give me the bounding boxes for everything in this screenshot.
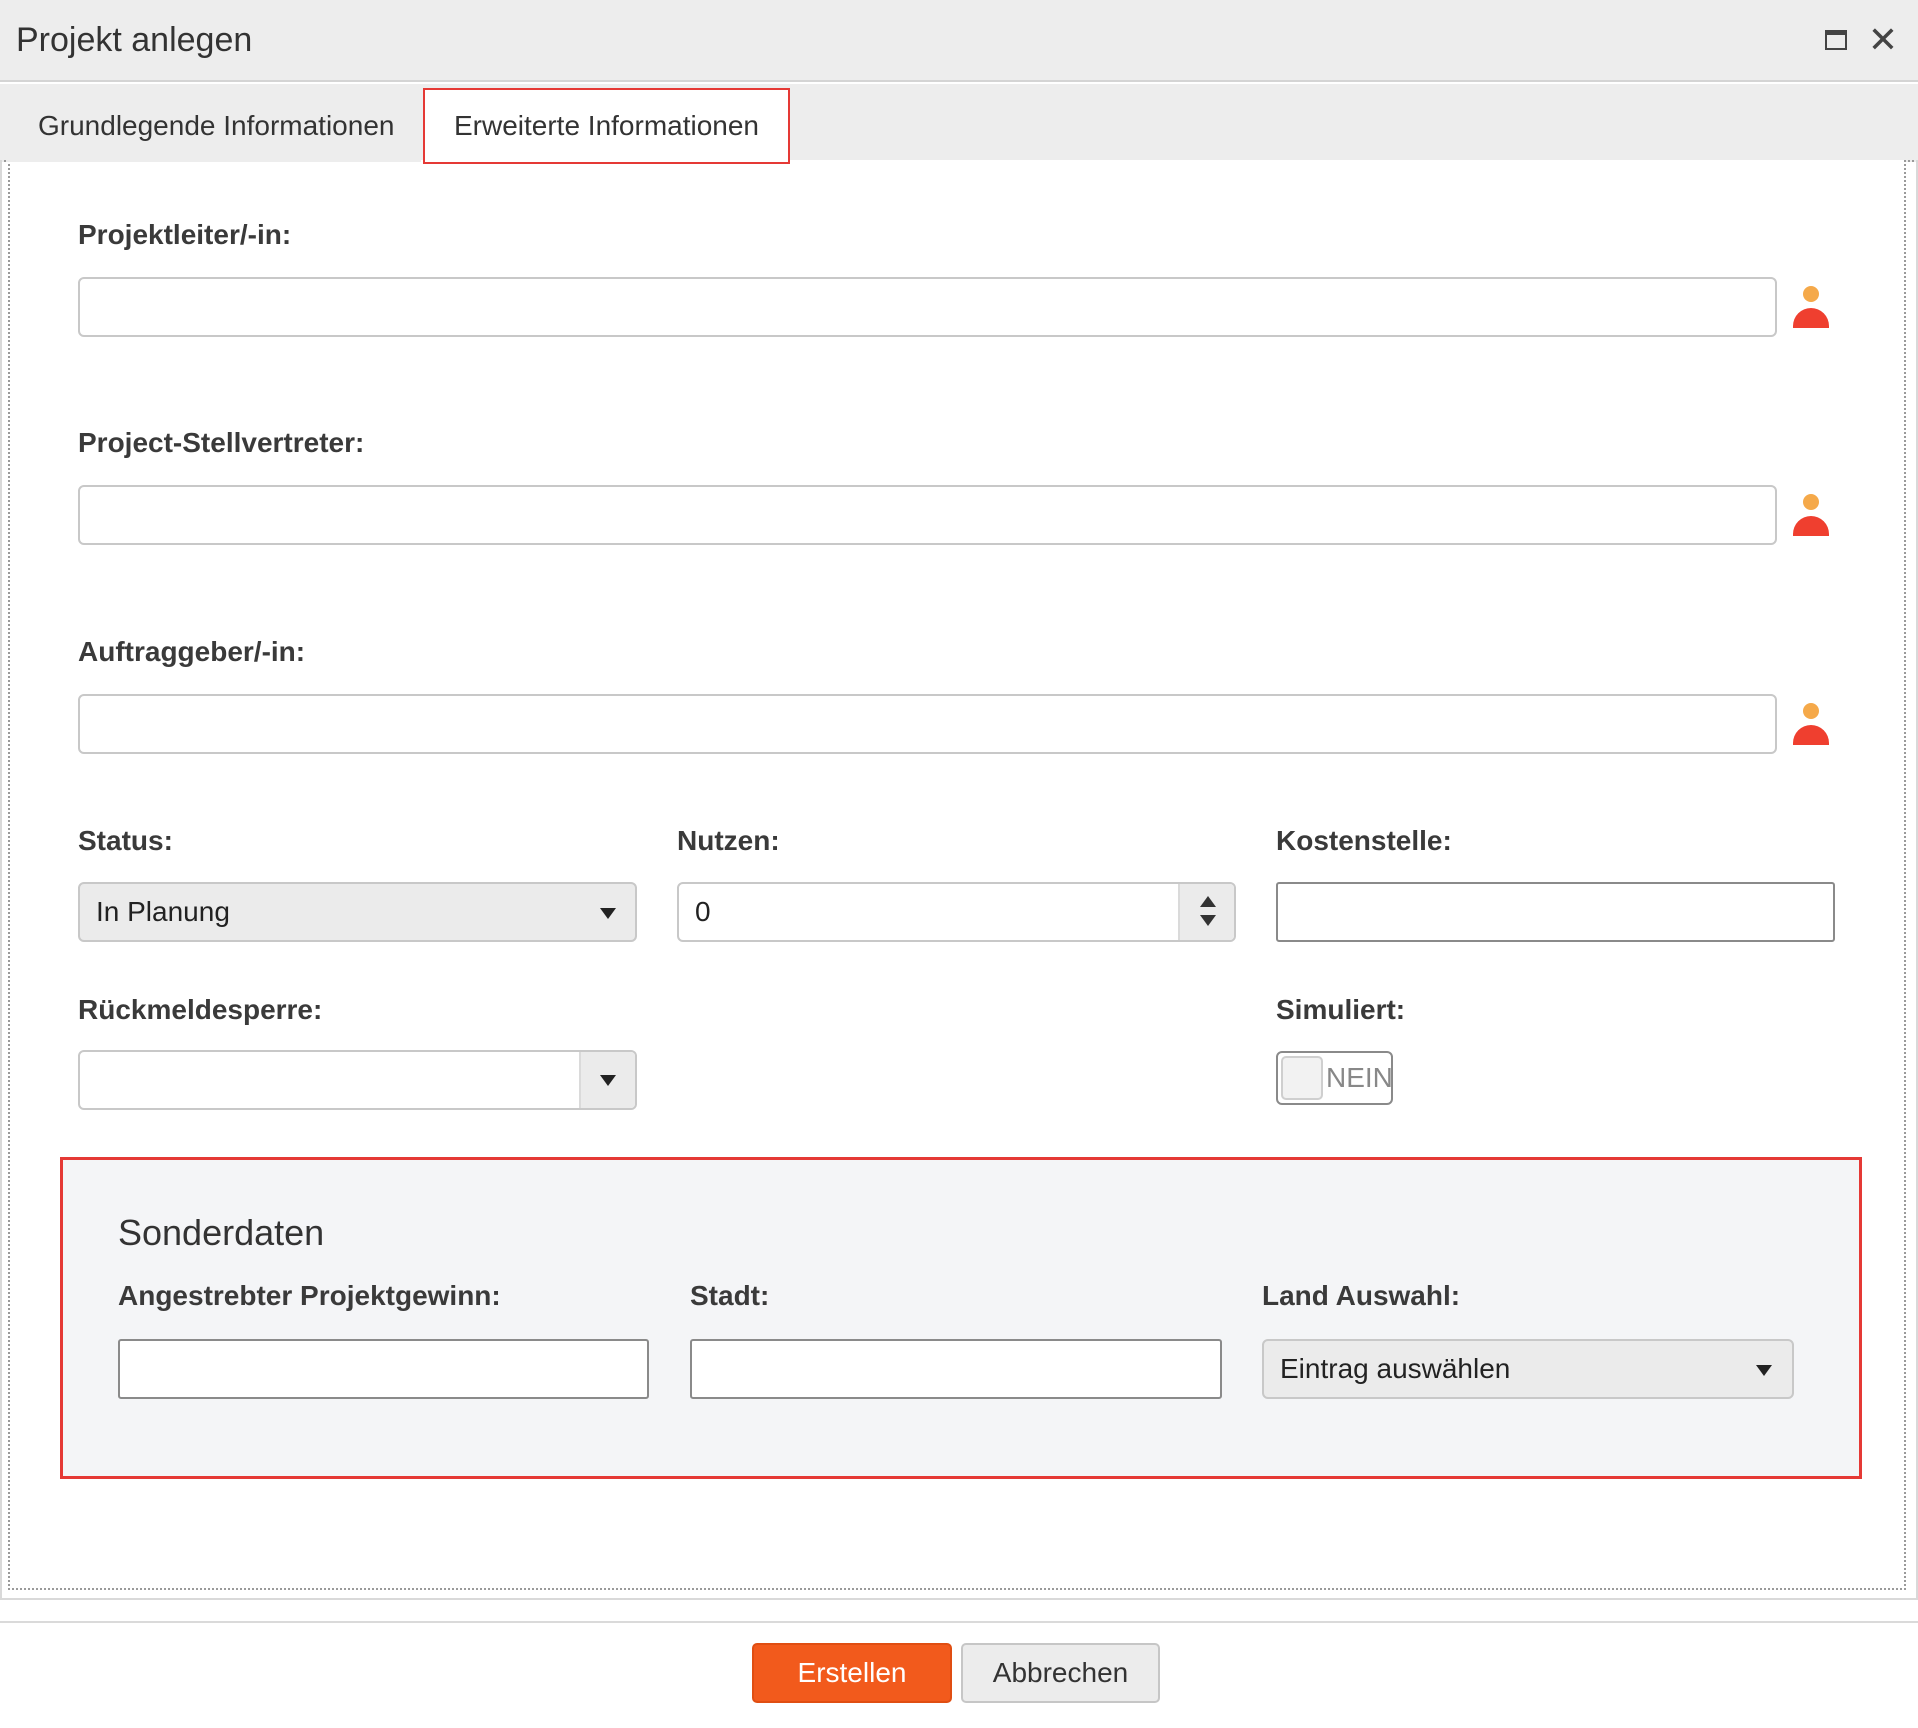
cost-center-input[interactable] [1276, 882, 1835, 942]
benefit-label: Nutzen: [677, 825, 780, 856]
target-profit-input[interactable] [118, 1339, 649, 1399]
deputy-label: Project-Stellvertreter: [78, 427, 365, 458]
benefit-value: 0 [695, 896, 711, 927]
cost-center-label: Kostenstelle: [1276, 825, 1452, 856]
close-icon: ✕ [1867, 19, 1899, 60]
maximize-button[interactable] [1814, 18, 1858, 62]
dialog-title: Projekt anlegen [16, 21, 253, 59]
city-input[interactable] [690, 1339, 1222, 1399]
dialog-titlebar [0, 0, 1918, 82]
benefit-stepper[interactable] [1178, 884, 1234, 940]
feedback-lock-label: Rückmeldesperre: [78, 994, 323, 1025]
stepper-up-icon[interactable] [1200, 896, 1216, 907]
special-data-section [60, 1157, 1862, 1479]
benefit-number-field[interactable]: 0 [677, 882, 1236, 942]
project-lead-label: Projektleiter/-in: [78, 219, 292, 250]
tab-erweiterte-informationen[interactable]: Erweiterte Informationen [423, 88, 790, 164]
simulated-toggle[interactable]: NEIN [1276, 1051, 1393, 1105]
simulated-toggle-text: NEIN [1326, 1062, 1393, 1093]
tab-grundlegende-informationen[interactable]: Grundlegende Informationen [8, 90, 421, 162]
project-lead-input[interactable] [78, 277, 1777, 337]
person-picker-icon[interactable] [1793, 703, 1829, 747]
person-picker-icon[interactable] [1793, 494, 1829, 538]
special-data-title: Sonderdaten [118, 1212, 325, 1253]
create-button[interactable]: Erstellen [752, 1643, 952, 1703]
chevron-down-icon [600, 908, 616, 919]
target-profit-label: Angestrebter Projektgewinn: [118, 1280, 501, 1311]
client-label: Auftraggeber/-in: [78, 636, 306, 667]
person-picker-icon[interactable] [1793, 286, 1829, 330]
dropdown-toggle[interactable] [579, 1052, 635, 1108]
client-input[interactable] [78, 694, 1777, 754]
status-label: Status: [78, 825, 173, 856]
status-value: In Planung [96, 896, 230, 927]
maximize-icon [1825, 30, 1847, 50]
simulated-label: Simuliert: [1276, 994, 1406, 1025]
country-select[interactable]: Eintrag auswählen [1262, 1339, 1794, 1399]
footer-divider [0, 1621, 1918, 1623]
feedback-lock-select[interactable] [78, 1050, 637, 1110]
country-label: Land Auswahl: [1262, 1280, 1461, 1311]
cancel-button[interactable]: Abbrechen [961, 1643, 1160, 1703]
toggle-knob [1281, 1056, 1323, 1100]
status-select[interactable]: In Planung [78, 882, 637, 942]
chevron-down-icon [1756, 1365, 1772, 1376]
city-label: Stadt: [690, 1280, 770, 1311]
deputy-input[interactable] [78, 485, 1777, 545]
country-value: Eintrag auswählen [1280, 1353, 1511, 1384]
close-button[interactable]: ✕ [1861, 18, 1905, 62]
chevron-down-icon [600, 1075, 616, 1086]
stepper-down-icon[interactable] [1200, 915, 1216, 926]
